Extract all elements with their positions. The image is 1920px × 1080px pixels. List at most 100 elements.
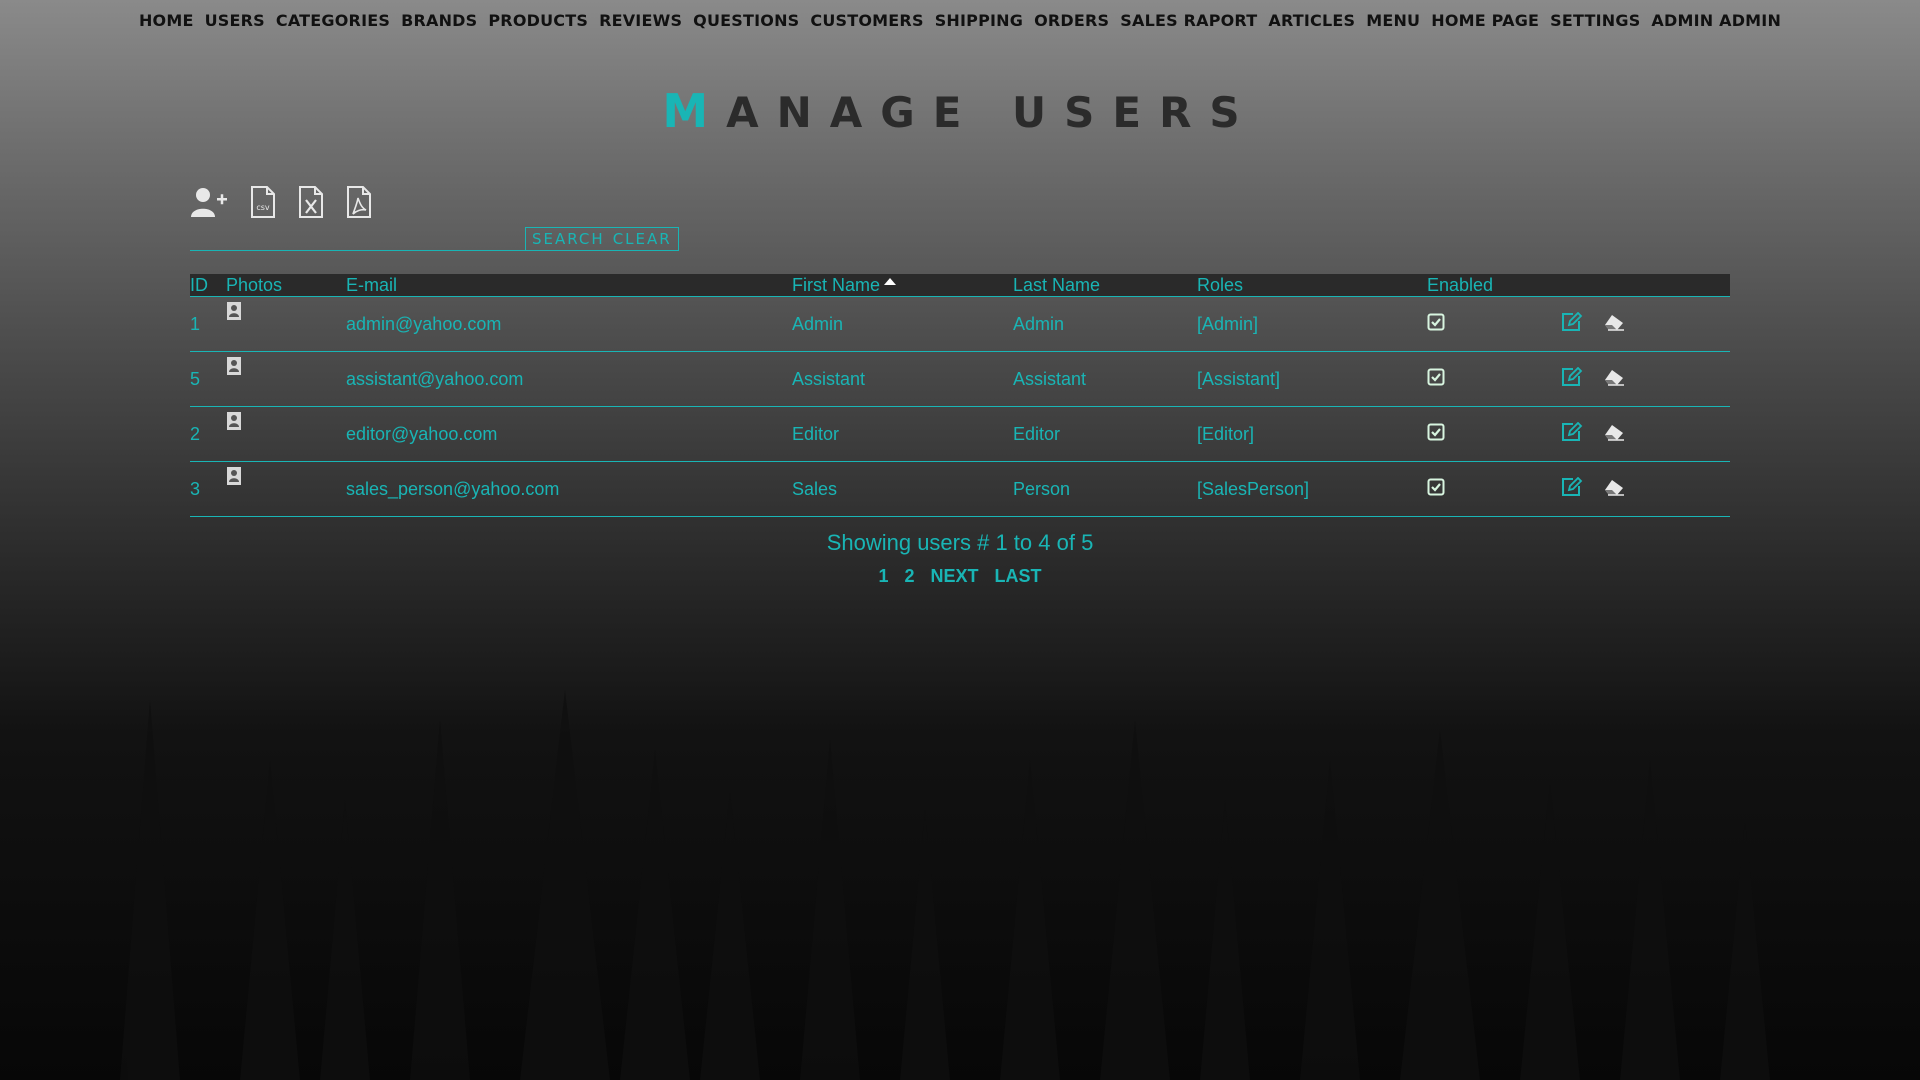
enabled-check-icon[interactable]: [1427, 368, 1445, 390]
pagination-link-last[interactable]: LAST: [995, 566, 1042, 587]
cell-actions: [1561, 351, 1730, 407]
nav-item-home[interactable]: HOME: [139, 8, 194, 34]
pagination: 1 2 NEXT LAST: [0, 566, 1920, 587]
cell-roles: [SalesPerson]: [1197, 461, 1427, 517]
nav-item-settings[interactable]: SETTINGS: [1550, 8, 1640, 34]
cell-enabled: [1427, 461, 1561, 517]
sort-ascending-icon: [884, 277, 897, 285]
main-navigation: HOME USERS CATEGORIES BRANDS PRODUCTS REVIEWS…: [0, 8, 1920, 34]
delete-icon[interactable]: [1603, 478, 1625, 501]
nav-item-orders[interactable]: ORDERS: [1034, 8, 1109, 34]
edit-icon[interactable]: [1561, 476, 1583, 502]
column-header-enabled[interactable]: Enabled: [1427, 274, 1561, 297]
cell-actions: [1561, 406, 1730, 462]
cell-first-name: Sales: [792, 461, 1013, 517]
table-row: 1 admin@yahoo.com Admin Admin [Admin]: [190, 296, 1730, 352]
user-photo-icon: [226, 357, 242, 380]
excel-export-icon[interactable]: [298, 186, 324, 218]
cell-last-name: Editor: [1013, 406, 1197, 462]
table-header-row: ID Photos E-mail First Name Last Name Ro…: [190, 274, 1730, 297]
nav-item-articles[interactable]: ARTICLES: [1268, 8, 1355, 34]
clear-button[interactable]: CLEAR: [613, 230, 672, 248]
pagination-link-next[interactable]: NEXT: [931, 566, 979, 587]
pagination-info: Showing users # 1 to 4 of 5: [826, 530, 1094, 555]
table-row: 2 editor@yahoo.com Editor Editor [Editor]: [190, 406, 1730, 462]
toolbar: csv: [190, 186, 372, 218]
nav-item-menu[interactable]: MENU: [1366, 8, 1420, 34]
cell-photo: [226, 406, 346, 462]
page-title: MANAGE USERS: [0, 84, 1920, 138]
csv-export-icon[interactable]: csv: [250, 186, 276, 218]
nav-item-reviews[interactable]: REVIEWS: [599, 8, 682, 34]
search-buttons: SEARCH CLEAR: [525, 227, 679, 251]
column-header-first-name[interactable]: First Name: [792, 274, 1013, 297]
column-header-email[interactable]: E-mail: [346, 274, 792, 297]
cell-enabled: [1427, 406, 1561, 462]
cell-actions: [1561, 296, 1730, 352]
cell-actions: [1561, 461, 1730, 517]
table-row: 3 sales_person@yahoo.com Sales Person [Sales…: [190, 461, 1730, 517]
cell-first-name: Assistant: [792, 351, 1013, 407]
nav-item-questions[interactable]: QUESTIONS: [693, 8, 799, 34]
svg-text:csv: csv: [256, 203, 270, 212]
cell-enabled: [1427, 351, 1561, 407]
cell-roles: [Editor]: [1197, 406, 1427, 462]
cell-id: 3: [190, 461, 226, 517]
nav-item-admin-admin[interactable]: ADMIN ADMIN: [1651, 8, 1781, 34]
column-header-roles[interactable]: Roles: [1197, 274, 1427, 297]
cell-enabled: [1427, 296, 1561, 352]
cell-email: assistant@yahoo.com: [346, 351, 792, 407]
cell-id: 2: [190, 406, 226, 462]
nav-item-customers[interactable]: CUSTOMERS: [810, 8, 923, 34]
cell-email: editor@yahoo.com: [346, 406, 792, 462]
nav-item-shipping[interactable]: SHIPPING: [935, 8, 1023, 34]
page-title-first-letter: M: [662, 84, 727, 138]
column-header-id[interactable]: ID: [190, 274, 226, 297]
nav-item-brands[interactable]: BRANDS: [401, 8, 477, 34]
pdf-export-icon[interactable]: [346, 186, 372, 218]
cell-first-name: Editor: [792, 406, 1013, 462]
cell-id: 5: [190, 351, 226, 407]
add-user-icon[interactable]: [190, 186, 228, 218]
cell-last-name: Person: [1013, 461, 1197, 517]
nav-item-home-page[interactable]: HOME PAGE: [1431, 8, 1539, 34]
table-row: 5 assistant@yahoo.com Assistant Assistant [A…: [190, 351, 1730, 407]
column-header-last-name[interactable]: Last Name: [1013, 274, 1197, 297]
delete-icon[interactable]: [1603, 368, 1625, 391]
pagination-link-1[interactable]: 1: [878, 566, 888, 587]
cell-roles: [Assistant]: [1197, 351, 1427, 407]
cell-email: admin@yahoo.com: [346, 296, 792, 352]
page-title-rest: ANAGE USERS: [726, 88, 1258, 137]
cell-roles: [Admin]: [1197, 296, 1427, 352]
search-bar: SEARCH CLEAR: [190, 226, 679, 251]
column-header-photos: Photos: [226, 274, 346, 297]
nav-item-categories[interactable]: CATEGORIES: [276, 8, 390, 34]
user-photo-icon: [226, 302, 242, 325]
nav-item-products[interactable]: PRODUCTS: [488, 8, 588, 34]
nav-item-users[interactable]: USERS: [205, 8, 265, 34]
cell-photo: [226, 351, 346, 407]
column-header-first-name-label: First Name: [792, 274, 881, 295]
edit-icon[interactable]: [1561, 366, 1583, 392]
enabled-check-icon[interactable]: [1427, 478, 1445, 500]
edit-icon[interactable]: [1561, 311, 1583, 337]
users-table: ID Photos E-mail First Name Last Name Ro…: [190, 274, 1730, 517]
cell-first-name: Admin: [792, 296, 1013, 352]
cell-email: sales_person@yahoo.com: [346, 461, 792, 517]
enabled-check-icon[interactable]: [1427, 313, 1445, 335]
nav-item-sales-raport[interactable]: SALES RAPORT: [1120, 8, 1257, 34]
user-photo-icon: [226, 412, 242, 435]
pagination-link-2[interactable]: 2: [904, 566, 914, 587]
delete-icon[interactable]: [1603, 423, 1625, 446]
cell-photo: [226, 461, 346, 517]
edit-icon[interactable]: [1561, 421, 1583, 447]
cell-last-name: Admin: [1013, 296, 1197, 352]
user-photo-icon: [226, 467, 242, 490]
column-header-actions: [1561, 274, 1730, 297]
cell-id: 1: [190, 296, 226, 352]
delete-icon[interactable]: [1603, 313, 1625, 336]
enabled-check-icon[interactable]: [1427, 423, 1445, 445]
cell-photo: [226, 296, 346, 352]
search-input[interactable]: [190, 226, 525, 251]
search-button[interactable]: SEARCH: [532, 230, 605, 248]
